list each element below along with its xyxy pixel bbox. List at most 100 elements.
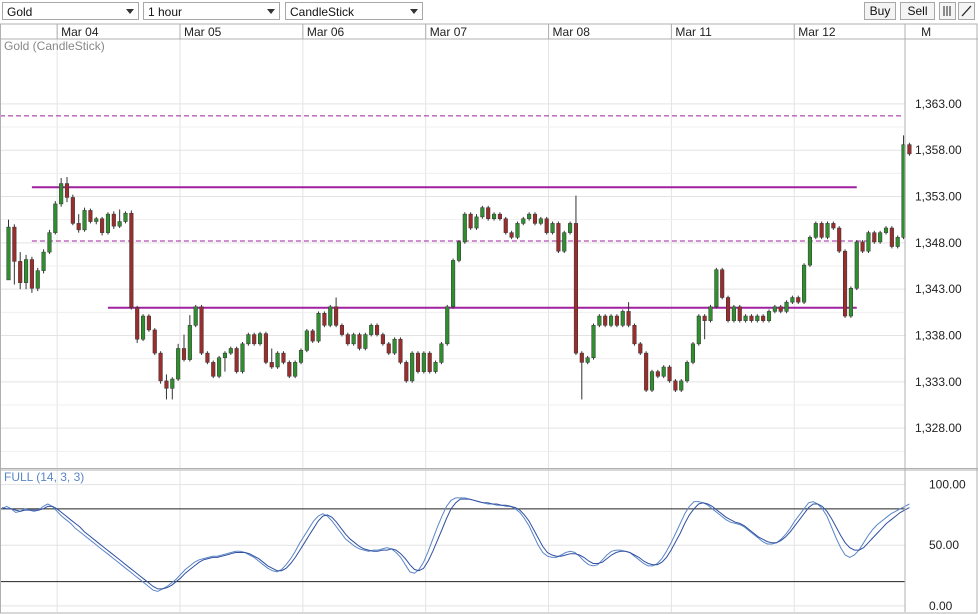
candle (644, 351, 649, 393)
candle (398, 337, 403, 365)
candle-body (427, 352, 432, 372)
candle (743, 314, 748, 323)
candle-body (322, 313, 327, 326)
candle (298, 348, 304, 365)
candle (726, 295, 731, 323)
oscillator-y-tick-label: 100.00 (929, 478, 966, 492)
y-tick-label: 1,353.00 (915, 190, 962, 204)
candle-body (544, 218, 549, 233)
candle-body (363, 334, 368, 349)
y-tick-label: 1,363.00 (915, 97, 962, 111)
chart-area[interactable]: Mar 04 Mar 05 Mar 06 Mar 07 Mar 08 Mar 11 Mar … (0, 0, 978, 614)
y-tick-label: 1,358.00 (915, 143, 962, 157)
candle-body (59, 183, 64, 205)
candle (199, 304, 204, 355)
candle-body (614, 315, 619, 326)
candle-body (568, 223, 573, 233)
candle-body (398, 338, 403, 363)
candle-body (199, 306, 204, 354)
candle-body (146, 315, 151, 331)
candle (620, 309, 625, 328)
candle (421, 351, 426, 374)
candle (790, 295, 795, 304)
candle (386, 341, 391, 355)
candle-body (392, 338, 397, 354)
candle-body (269, 362, 274, 368)
candle (796, 295, 801, 304)
candle-body (345, 334, 350, 345)
candle-body (205, 352, 210, 363)
candle-body (386, 343, 391, 354)
candle-body (170, 378, 175, 389)
candle-body (661, 366, 666, 377)
candle-body (76, 223, 81, 231)
candle-body (737, 306, 742, 321)
candle-body (644, 352, 649, 391)
candle (304, 329, 309, 353)
candle (427, 351, 432, 374)
candle-body (486, 207, 491, 220)
candle-body (181, 348, 187, 360)
candle (784, 300, 789, 314)
candle (661, 365, 666, 379)
candle (117, 209, 122, 229)
candle-body (667, 366, 672, 382)
candle-body (696, 315, 701, 345)
candle (837, 226, 842, 254)
candle-body (655, 371, 660, 377)
candle (562, 230, 567, 254)
candle (6, 219, 11, 281)
candle-body (720, 269, 725, 298)
candle (410, 351, 415, 383)
candle-body (907, 144, 912, 155)
candle (766, 309, 772, 323)
candle (866, 230, 871, 254)
candle-body (784, 301, 789, 312)
candle-body (111, 213, 116, 227)
y-axis-ticks: 1,363.00 1,358.00 1,353.00 1,348.00 1,343.00… (915, 97, 966, 613)
candle-body (421, 352, 426, 372)
candle (878, 230, 883, 244)
candle (456, 240, 461, 263)
candle (597, 314, 602, 328)
candle (550, 221, 555, 235)
candle (819, 221, 824, 240)
candle (404, 360, 409, 383)
candle-body (334, 306, 339, 326)
x-tick-label: Mar 11 (675, 25, 712, 39)
candle (603, 314, 608, 328)
candle (872, 230, 877, 244)
candle-body (527, 213, 532, 220)
candle (685, 360, 690, 383)
candle-body (380, 334, 385, 345)
candle (883, 226, 889, 235)
candle (538, 216, 543, 226)
candle (521, 216, 526, 226)
candle (246, 332, 251, 346)
candle-body (339, 325, 344, 335)
candle-body (620, 311, 625, 326)
candle (825, 221, 830, 240)
candle-body (304, 330, 309, 351)
candle (755, 314, 760, 323)
candle (141, 314, 146, 342)
candle (170, 377, 175, 400)
candle-body (679, 380, 684, 391)
candle-body (6, 226, 11, 281)
candle-body (480, 207, 485, 218)
y-tick-label: 1,328.00 (915, 421, 962, 435)
candle-body (468, 213, 473, 229)
candle-body (895, 237, 900, 247)
candle (29, 256, 34, 293)
candle (222, 351, 227, 372)
candle (638, 341, 643, 355)
candle-body (708, 306, 713, 321)
candle-body (298, 350, 304, 363)
candle-body (152, 329, 157, 354)
candle (515, 221, 520, 240)
candle (88, 208, 93, 224)
candle (509, 230, 514, 240)
candle (609, 314, 614, 328)
candle-body (217, 357, 222, 377)
candle (135, 305, 140, 343)
